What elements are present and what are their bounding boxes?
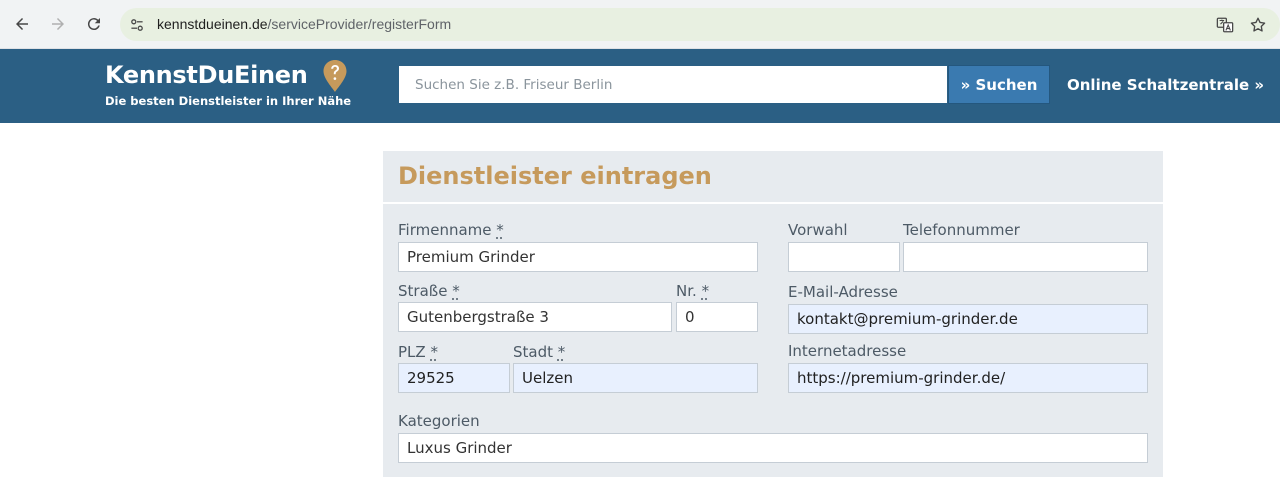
- site-info-icon[interactable]: [128, 16, 146, 34]
- question-pin-icon: [323, 60, 347, 92]
- required-mark: *: [452, 282, 460, 300]
- internetadresse-input[interactable]: [788, 363, 1148, 393]
- search-input[interactable]: [398, 65, 948, 104]
- hausnummer-input[interactable]: [676, 302, 758, 332]
- firmenname-input[interactable]: [398, 242, 758, 272]
- vorwahl-input[interactable]: [788, 242, 900, 272]
- forward-arrow-icon[interactable]: [46, 12, 70, 36]
- firmenname-label-text: Firmenname: [398, 221, 492, 239]
- strasse-label-text: Straße: [398, 282, 448, 300]
- required-mark: *: [430, 343, 438, 361]
- required-mark: *: [496, 221, 504, 239]
- stadt-label-text: Stadt: [513, 343, 553, 361]
- logo-title[interactable]: KennstDuEinen: [105, 61, 308, 89]
- url-text[interactable]: kennstdueinen.de/serviceProvider/registe…: [157, 16, 451, 32]
- plz-label-text: PLZ: [398, 343, 426, 361]
- site-header: KennstDuEinen Die besten Dienstleister i…: [0, 49, 1280, 123]
- bookmark-star-icon[interactable]: [1248, 15, 1268, 35]
- email-label: E-Mail-Adresse: [788, 283, 898, 301]
- firmenname-label: Firmenname *: [398, 221, 504, 239]
- kategorien-label: Kategorien: [398, 412, 480, 430]
- telefonnummer-input[interactable]: [903, 242, 1148, 272]
- nr-label-text: Nr.: [676, 282, 697, 300]
- stadt-label: Stadt *: [513, 343, 565, 361]
- translate-icon[interactable]: [1215, 15, 1235, 35]
- url-domain: kennstdueinen.de: [157, 16, 268, 32]
- reload-icon[interactable]: [82, 12, 106, 36]
- address-bar[interactable]: kennstdueinen.de/serviceProvider/registe…: [120, 8, 1280, 41]
- logo-tagline: Die besten Dienstleister in Ihrer Nähe: [105, 94, 352, 108]
- required-mark: *: [701, 282, 710, 300]
- email-input[interactable]: [788, 304, 1148, 334]
- vorwahl-label: Vorwahl: [788, 221, 848, 239]
- required-mark: *: [557, 343, 566, 361]
- back-arrow-icon[interactable]: [10, 12, 34, 36]
- register-form-panel: Dienstleister eintragen Firmenname * Str…: [383, 151, 1163, 477]
- page-title: Dienstleister eintragen: [398, 162, 712, 190]
- stadt-input[interactable]: [513, 363, 758, 393]
- browser-toolbar: kennstdueinen.de/serviceProvider/registe…: [0, 0, 1280, 49]
- strasse-label: Straße *: [398, 282, 460, 300]
- nr-label: Nr. *: [676, 282, 709, 300]
- strasse-input[interactable]: [398, 302, 672, 332]
- url-path: /serviceProvider/registerForm: [267, 16, 452, 32]
- internetadresse-label: Internetadresse: [788, 342, 907, 360]
- telefonnummer-label: Telefonnummer: [903, 221, 1020, 239]
- plz-input[interactable]: [398, 363, 510, 393]
- panel-header: Dienstleister eintragen: [383, 151, 1163, 204]
- plz-label: PLZ *: [398, 343, 438, 361]
- online-schaltzentrale-link[interactable]: Online Schaltzentrale »: [1067, 76, 1264, 94]
- search-button[interactable]: » Suchen: [948, 65, 1050, 104]
- kategorien-input[interactable]: [398, 433, 1148, 463]
